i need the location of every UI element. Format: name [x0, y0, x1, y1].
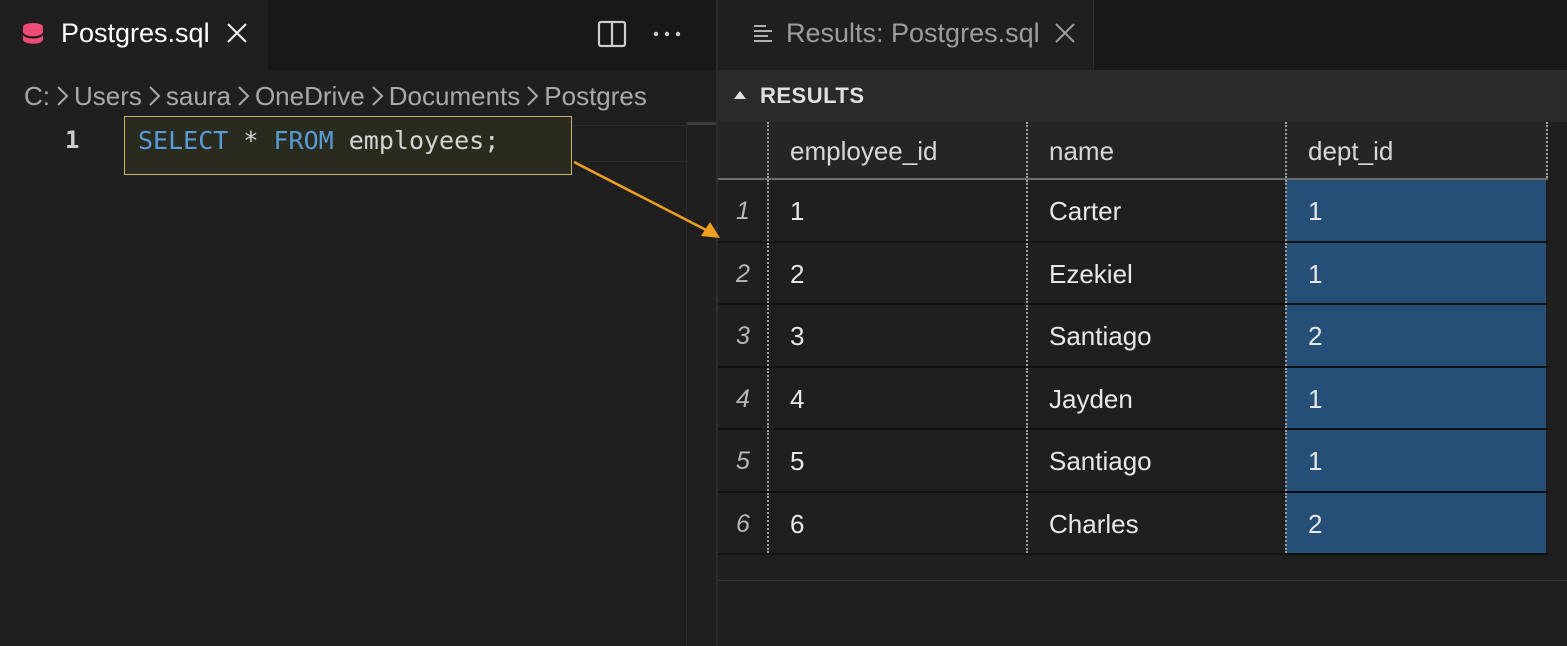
table-row[interactable]: 3 3 Santiago 2: [718, 305, 1548, 368]
table-row[interactable]: 1 1 Carter 1: [718, 180, 1548, 243]
breadcrumb-item[interactable]: C:: [24, 70, 50, 122]
breadcrumb-item[interactable]: Documents: [389, 70, 521, 122]
grid-footer-divider: [718, 580, 1567, 581]
results-tab-bar: Results: Postgres.sql: [718, 0, 1567, 70]
row-number: 2: [736, 259, 750, 288]
column-divider: [767, 430, 769, 491]
cell-name[interactable]: Jayden: [1027, 368, 1286, 429]
cell-name[interactable]: Charles: [1027, 493, 1286, 554]
column-divider: [1026, 242, 1028, 303]
column-divider: [767, 122, 769, 178]
column-divider: [1026, 180, 1028, 241]
scrollbar-top-shadow: [686, 122, 717, 125]
cell-dept-id[interactable]: 2: [1286, 305, 1546, 366]
breadcrumb-item[interactable]: Postgres: [544, 70, 647, 122]
close-icon[interactable]: [224, 20, 250, 46]
cell-dept-id[interactable]: 2: [1286, 492, 1546, 553]
code-line-highlight[interactable]: SELECT * FROM employees;: [124, 116, 572, 175]
column-divider: [1026, 492, 1028, 553]
chevron-right-icon: [231, 70, 255, 122]
breadcrumb-item[interactable]: OneDrive: [255, 70, 365, 122]
row-number: 3: [736, 322, 750, 350]
sql-text: employees;: [333, 126, 500, 155]
cell-name[interactable]: Ezekiel: [1027, 243, 1286, 304]
table-row[interactable]: 2 2 Ezekiel 1: [718, 242, 1548, 305]
table-row[interactable]: 4 4 Jayden 1: [718, 367, 1548, 430]
results-tab[interactable]: Results: Postgres.sql: [718, 0, 1094, 70]
cell-employee-id[interactable]: 1: [768, 180, 1027, 241]
column-divider: [767, 492, 769, 553]
cell-dept-id[interactable]: 1: [1286, 242, 1546, 303]
grid-scrollbar[interactable]: [1548, 122, 1567, 558]
cell-dept-id[interactable]: 1: [1286, 180, 1546, 241]
column-divider: [1285, 367, 1287, 428]
breadcrumb-item[interactable]: Users: [74, 70, 142, 122]
editor-pane: Postgres.sql C: Users saura OneDrive Documen…: [0, 0, 717, 646]
cell-dept-id[interactable]: 1: [1286, 430, 1546, 491]
sql-keyword: SELECT: [138, 126, 229, 155]
results-grid: employee_id name dept_id 1 1 Carter 1 2 …: [718, 122, 1548, 555]
table-row[interactable]: 6 6 Charles 2: [718, 492, 1548, 555]
collapse-triangle-icon[interactable]: [732, 87, 748, 103]
editor-tab-postgres-sql[interactable]: Postgres.sql: [0, 0, 268, 70]
row-number: 6: [736, 509, 750, 538]
column-divider: [767, 242, 769, 303]
results-heading: RESULTS: [760, 83, 865, 108]
column-divider: [1285, 180, 1287, 241]
chevron-right-icon: [50, 70, 74, 122]
cell-name[interactable]: Santiago: [1027, 305, 1286, 366]
code-line-text: SELECT * FROM employees;: [138, 126, 499, 155]
cell-dept-id[interactable]: 1: [1286, 367, 1546, 428]
chevron-right-icon: [365, 70, 389, 122]
line-number: 1: [65, 126, 80, 154]
table-row[interactable]: 5 5 Santiago 1: [718, 430, 1548, 493]
row-number: 4: [736, 384, 750, 413]
column-divider: [1285, 122, 1287, 178]
results-tab-label: Results: Postgres.sql: [786, 18, 1040, 48]
column-divider: [1285, 492, 1287, 553]
column-header-name[interactable]: name: [1027, 122, 1286, 180]
cell-name[interactable]: Carter: [1027, 180, 1286, 241]
cell-name[interactable]: Santiago: [1027, 430, 1286, 491]
column-divider: [1026, 430, 1028, 491]
column-divider: [1285, 242, 1287, 303]
results-list-icon: [754, 25, 772, 42]
cell-employee-id[interactable]: 5: [768, 430, 1027, 491]
close-icon[interactable]: [1052, 20, 1078, 46]
column-divider: [1026, 305, 1028, 366]
cell-employee-id[interactable]: 6: [768, 493, 1027, 554]
column-divider: [767, 367, 769, 428]
sql-text: *: [228, 126, 274, 155]
column-divider: [767, 305, 769, 366]
breadcrumb: C: Users saura OneDrive Documents Postgres: [0, 70, 717, 122]
results-pane: Results: Postgres.sql RESULTS employee_i…: [718, 0, 1567, 646]
column-divider: [1026, 367, 1028, 428]
database-icon: [22, 23, 44, 46]
editor-tab-label: Postgres.sql: [61, 18, 210, 48]
cell-employee-id[interactable]: 4: [768, 368, 1027, 429]
more-actions-icon[interactable]: [650, 18, 684, 50]
cell-employee-id[interactable]: 3: [768, 305, 1027, 366]
split-editor-icon[interactable]: [596, 18, 628, 50]
column-divider: [1026, 122, 1028, 178]
sql-keyword: FROM: [273, 126, 334, 155]
chevron-right-icon: [142, 70, 166, 122]
annotation-arrow-icon: [573, 160, 720, 238]
row-number: 5: [736, 447, 750, 475]
column-header-dept-id[interactable]: dept_id: [1286, 122, 1548, 180]
grid-header-row: employee_id name dept_id: [718, 122, 1548, 180]
results-section-header[interactable]: RESULTS: [718, 70, 1567, 122]
chevron-right-icon: [520, 70, 544, 122]
editor-tab-bar: Postgres.sql: [0, 0, 717, 70]
cell-employee-id[interactable]: 2: [768, 243, 1027, 304]
column-header-employee-id[interactable]: employee_id: [768, 122, 1027, 180]
column-divider: [1285, 430, 1287, 491]
column-divider: [1285, 305, 1287, 366]
column-divider: [767, 180, 769, 241]
breadcrumb-item[interactable]: saura: [166, 70, 231, 122]
